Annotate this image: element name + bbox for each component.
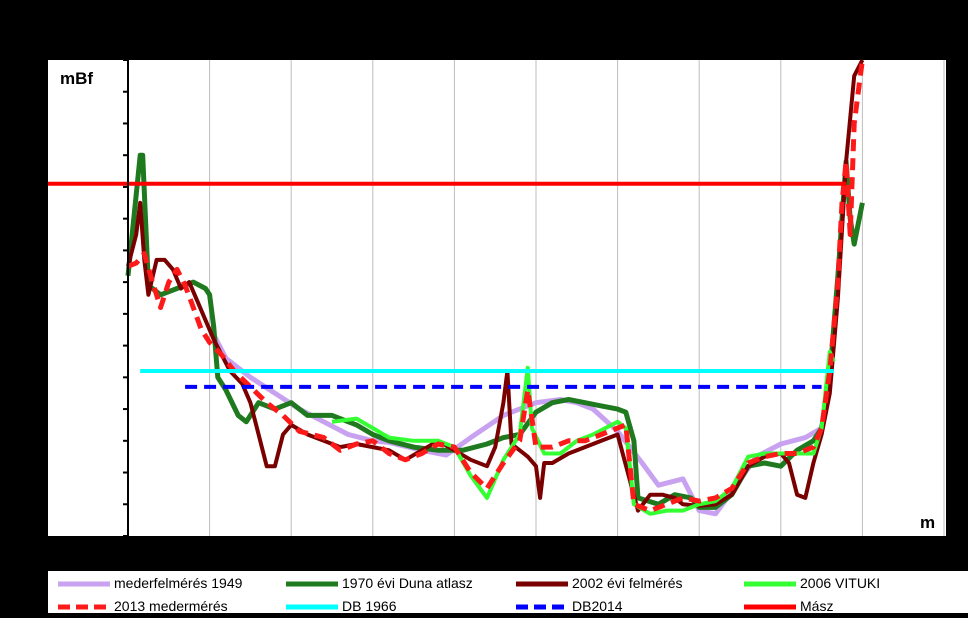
legend-label-db1966: DB 1966 (342, 598, 397, 614)
legend-item-masz: Mász (742, 596, 833, 616)
legend-swatch-db2014 (516, 604, 568, 610)
legend-item-2013: 2013 medermérés (56, 596, 228, 616)
legend-item-db1966: DB 1966 (284, 596, 396, 616)
legend-label-db2014: DB2014 (572, 598, 623, 614)
y-axis-label: mBf (60, 69, 93, 88)
legend-item-db2014: DB2014 (514, 596, 623, 616)
legend: mederfelmérés 1949 1970 évi Duna atlasz … (48, 571, 968, 616)
legend-label-1949: mederfelmérés 1949 (114, 575, 243, 591)
legend-item-1949: mederfelmérés 1949 (56, 573, 242, 593)
legend-swatch-2006 (744, 581, 796, 587)
legend-swatch-1949 (58, 581, 110, 587)
legend-label-1970: 1970 évi Duna atlasz (342, 575, 473, 591)
chart-svg: mBf m (48, 59, 946, 537)
legend-swatch-2013 (58, 604, 110, 610)
x-axis-label: m (920, 513, 935, 532)
legend-swatch-db1966 (286, 604, 338, 610)
legend-label-2013: 2013 medermérés (114, 598, 228, 614)
legend-label-2002: 2002 évi felmérés (572, 575, 683, 591)
legend-swatch-2002 (516, 581, 568, 587)
legend-label-2006: 2006 VITUKI (800, 575, 881, 591)
chart: mBf m (0, 0, 968, 613)
legend-item-1970: 1970 évi Duna atlasz (284, 573, 473, 593)
legend-item-2006: 2006 VITUKI (742, 573, 880, 593)
legend-label-masz: Mász (800, 598, 834, 614)
legend-item-2002: 2002 évi felmérés (514, 573, 683, 593)
legend-swatch-1970 (286, 581, 338, 587)
legend-swatch-masz (744, 604, 796, 610)
